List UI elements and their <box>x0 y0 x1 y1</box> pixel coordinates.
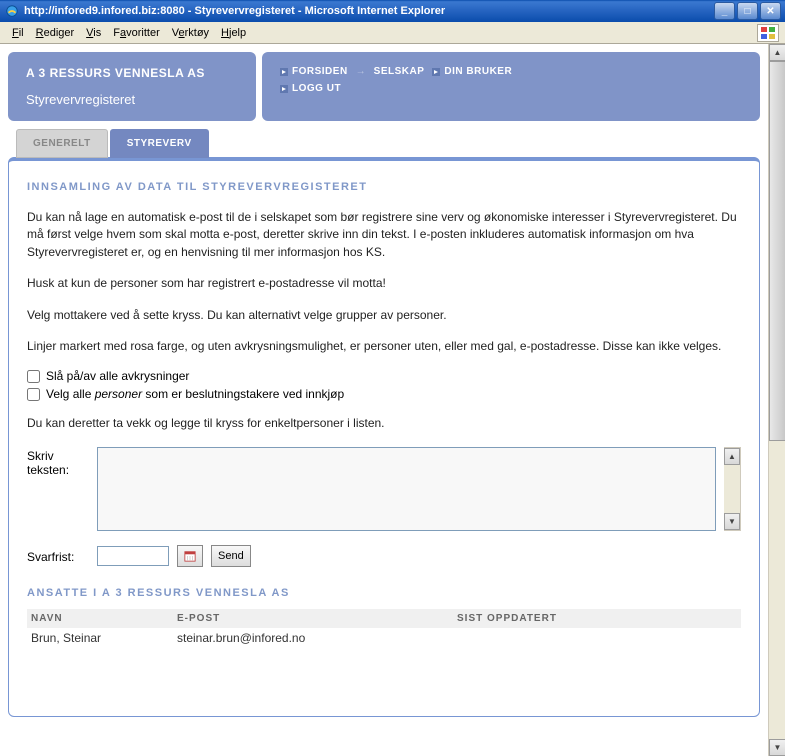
menubar: Fil Rediger Vis Favoritter Verktøy Hjelp <box>0 22 785 44</box>
textarea-scroll-up[interactable]: ▲ <box>724 448 740 465</box>
send-button[interactable]: Send <box>211 545 251 567</box>
textarea-scroll-down[interactable]: ▼ <box>724 513 740 530</box>
textarea-scrollbar[interactable]: ▲ ▼ <box>724 447 741 531</box>
vertical-scrollbar[interactable]: ▲ ▼ <box>768 44 785 756</box>
company-name: A 3 RESSURS VENNESLA AS <box>26 66 238 80</box>
tab-styreverv[interactable]: STYREVERV <box>110 129 209 158</box>
arrow-icon <box>280 85 288 93</box>
textarea-message[interactable] <box>97 447 716 531</box>
windows-flag-icon[interactable] <box>757 24 779 42</box>
page-content: A 3 RESSURS VENNESLA AS Styrevervregiste… <box>0 44 768 756</box>
col-epost: E-POST <box>177 613 457 624</box>
intro-p2: Husk at kun de personer som har registre… <box>27 275 741 292</box>
calendar-icon <box>184 549 196 563</box>
close-button[interactable]: ✕ <box>760 2 781 20</box>
checkbox-toggle-all[interactable] <box>27 370 40 383</box>
nav-dinbruker[interactable]: DIN BRUKER <box>432 66 512 77</box>
scroll-thumb[interactable] <box>769 61 785 441</box>
table-row: Brun, Steinar steinar.brun@infored.no <box>27 628 741 648</box>
menu-tools[interactable]: Verktøy <box>166 25 215 41</box>
label-tekst: Skriv teksten: <box>27 447 89 477</box>
col-navn: NAVN <box>27 613 177 624</box>
cell-epost: steinar.brun@infored.no <box>177 631 457 645</box>
nav-separator: → <box>356 66 366 77</box>
nav-selskap[interactable]: SELSKAP <box>374 66 425 77</box>
cell-navn: Brun, Steinar <box>27 631 177 645</box>
checkbox-select-decision-makers[interactable] <box>27 388 40 401</box>
ie-icon <box>4 3 20 19</box>
checkbox-toggle-all-label: Slå på/av alle avkrysninger <box>46 369 189 383</box>
scroll-up-button[interactable]: ▲ <box>769 44 785 61</box>
header-company-panel: A 3 RESSURS VENNESLA AS Styrevervregiste… <box>8 52 256 121</box>
minimize-button[interactable]: _ <box>714 2 735 20</box>
maximize-button[interactable]: □ <box>737 2 758 20</box>
menu-help[interactable]: Hjelp <box>215 25 252 41</box>
intro-p1: Du kan nå lage en automatisk e-post til … <box>27 209 741 261</box>
checkbox-decision-label: Velg alle personer som er beslutningstak… <box>46 387 344 401</box>
intro-p5: Du kan deretter ta vekk og legge til kry… <box>27 415 741 432</box>
calendar-button[interactable] <box>177 545 203 567</box>
intro-p3: Velg mottakere ved å sette kryss. Du kan… <box>27 307 741 324</box>
menu-edit[interactable]: Rediger <box>30 25 81 41</box>
arrow-icon <box>280 68 288 76</box>
label-svarfrist: Svarfrist: <box>27 548 89 564</box>
subsection-title: ANSATTE I A 3 RESSURS VENNESLA AS <box>27 587 741 599</box>
menu-view[interactable]: Vis <box>80 25 107 41</box>
nav-loggut[interactable]: LOGG UT <box>280 83 341 94</box>
section-title: INNSAMLING AV DATA TIL STYREVERVREGISTER… <box>27 181 741 193</box>
app-subtitle: Styrevervregisteret <box>26 92 238 107</box>
intro-p4: Linjer markert med rosa farge, og uten a… <box>27 338 741 355</box>
tab-panel: INNSAMLING AV DATA TIL STYREVERVREGISTER… <box>8 157 760 717</box>
menu-favorites[interactable]: Favoritter <box>107 25 165 41</box>
nav-forsiden[interactable]: FORSIDEN <box>280 66 348 77</box>
table-header: NAVN E-POST SIST OPPDATERT <box>27 609 741 628</box>
arrow-icon <box>432 68 440 76</box>
window-titlebar: http://infored9.infored.biz:8080 - Styre… <box>0 0 785 22</box>
col-sist: SIST OPPDATERT <box>457 613 741 624</box>
menu-file[interactable]: Fil <box>6 25 30 41</box>
input-svarfrist[interactable] <box>97 546 169 566</box>
tab-generelt[interactable]: GENERELT <box>16 129 108 158</box>
header-nav-panel: FORSIDEN → SELSKAP DIN BRUKER LOGG UT <box>262 52 760 121</box>
window-title: http://infored9.infored.biz:8080 - Styre… <box>24 5 714 17</box>
scroll-down-button[interactable]: ▼ <box>769 739 785 756</box>
